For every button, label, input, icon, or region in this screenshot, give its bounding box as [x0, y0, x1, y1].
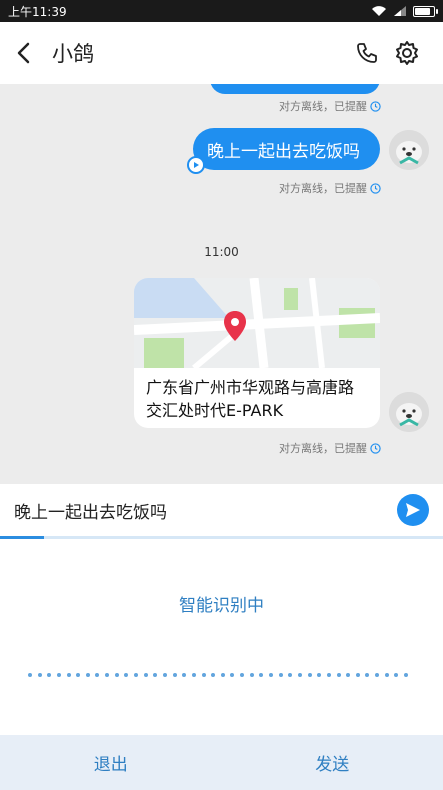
waveform-dot — [162, 673, 167, 677]
voice-recognition-panel: 智能识别中 — [0, 539, 443, 735]
avatar[interactable] — [389, 392, 429, 432]
waveform-dot — [259, 673, 264, 677]
play-icon[interactable] — [187, 156, 205, 174]
contact-name: 小鸽 — [52, 42, 94, 66]
waveform-dot — [47, 673, 52, 677]
waveform-dot — [240, 673, 245, 677]
settings-icon — [396, 41, 418, 65]
waveform-dot — [307, 673, 312, 677]
waveform-dot — [28, 673, 32, 677]
clock-icon — [370, 182, 381, 194]
waveform-dot — [114, 673, 119, 677]
waveform-dot — [124, 673, 129, 677]
waveform-dot — [355, 673, 360, 677]
waveform-dot — [76, 673, 81, 677]
waveform-dot — [191, 673, 196, 677]
map-thumbnail — [134, 278, 380, 371]
waveform-dot — [37, 673, 42, 677]
waveform-dot — [336, 673, 341, 677]
waveform-dot — [66, 673, 71, 677]
delivery-status: 对方离线，已提醒 — [279, 98, 381, 114]
waveform-dot — [95, 673, 100, 677]
waveform-dot — [317, 673, 322, 677]
message-bubble[interactable]: 晚上一起出去吃饭吗 — [187, 128, 380, 174]
waveform-dot — [201, 673, 206, 677]
message-input[interactable] — [14, 500, 397, 520]
waveform-dot — [297, 673, 302, 677]
waveform-dot — [172, 673, 177, 677]
time-separator: 11:00 — [204, 245, 239, 259]
waveform-dot — [230, 673, 235, 677]
waveform-dot — [346, 673, 351, 677]
waveform-dot — [269, 673, 274, 677]
clock-icon — [370, 100, 381, 112]
status-icons — [371, 5, 438, 17]
send-icon — [406, 503, 420, 517]
call-button[interactable] — [347, 33, 387, 73]
waveform-dot — [375, 673, 380, 677]
battery-icon — [413, 5, 438, 17]
phone-icon — [357, 43, 377, 63]
location-pin-icon — [224, 311, 246, 341]
waveform-dot — [211, 673, 216, 677]
status-bar: 上午11:39 — [0, 0, 443, 22]
location-message[interactable]: 广东省广州市华观路与高唐路交汇处时代E-PARK — [134, 278, 380, 428]
bottom-action-bar: 退出 发送 — [0, 735, 443, 790]
message-text: 晚上一起出去吃饭吗 — [207, 141, 360, 162]
back-button[interactable] — [16, 33, 44, 73]
waveform-dot — [56, 673, 61, 677]
send-button[interactable] — [397, 494, 429, 526]
back-icon — [17, 42, 30, 64]
location-address: 广东省广州市华观路与高唐路交汇处时代E-PARK — [146, 378, 355, 420]
waveform-dot — [288, 673, 293, 677]
waveform-dot — [182, 673, 187, 677]
chat-header: 小鸽 — [0, 22, 443, 84]
delivery-status: 对方离线，已提醒 — [279, 440, 381, 456]
status-time: 上午11:39 — [8, 4, 67, 19]
delivery-status: 对方离线，已提醒 — [279, 180, 381, 196]
waveform-dot — [394, 673, 399, 677]
message-input-bar — [0, 484, 443, 536]
waveform-dot — [220, 673, 225, 677]
waveform-dot — [326, 673, 331, 677]
waveform-dot — [143, 673, 148, 677]
waveform-dot — [384, 673, 389, 677]
exit-button[interactable]: 退出 — [0, 735, 222, 790]
waveform-dot — [278, 673, 283, 677]
avatar[interactable] — [389, 130, 429, 170]
message-bubble[interactable] — [210, 84, 380, 94]
waveform-dot — [153, 673, 158, 677]
waveform-dot — [85, 673, 90, 677]
chat-area[interactable]: 对方离线，已提醒 晚上一起出去吃饭吗 对方离线，已提醒 11:00 广东省广州市… — [0, 84, 443, 482]
signal-icon — [394, 6, 406, 16]
wifi-icon — [372, 6, 386, 16]
settings-button[interactable] — [387, 33, 427, 73]
recognition-status: 智能识别中 — [179, 596, 264, 616]
waveform-dot — [403, 673, 408, 677]
waveform-dot — [105, 673, 110, 677]
send-voice-button[interactable]: 发送 — [222, 735, 443, 790]
waveform-dot — [249, 673, 254, 677]
waveform-dot — [134, 673, 139, 677]
clock-icon — [370, 442, 381, 454]
waveform-dot — [365, 673, 370, 677]
voice-waveform — [28, 671, 408, 679]
